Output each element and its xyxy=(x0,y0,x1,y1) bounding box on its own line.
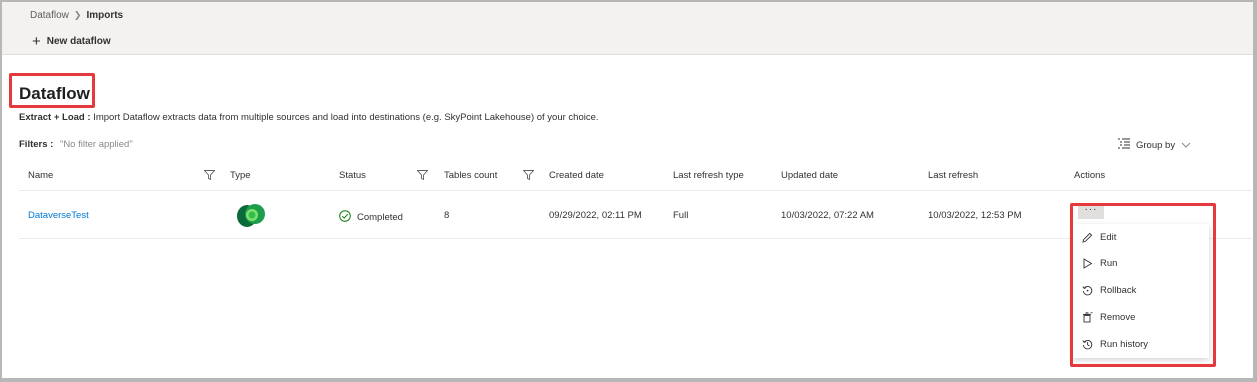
name-filter-funnel-icon[interactable] xyxy=(204,170,215,180)
column-header-actions: Actions xyxy=(1074,170,1105,181)
status-text: Completed xyxy=(357,212,403,223)
breadcrumb: Dataflow ❯ Imports xyxy=(30,10,123,21)
status-filter-funnel-icon[interactable] xyxy=(417,170,428,180)
updated-date-cell: 10/03/2022, 07:22 AM xyxy=(781,210,874,221)
column-header-updated-date-label: Updated date xyxy=(781,170,839,181)
plus-icon: + xyxy=(32,32,41,50)
dataflow-name-link[interactable]: DataverseTest xyxy=(28,210,89,221)
page-description: Extract + Load : Import Dataflow extract… xyxy=(19,112,599,123)
table-header: Name Type Status Tables count Created da… xyxy=(19,160,1252,191)
column-header-updated-date[interactable]: Updated date xyxy=(781,170,838,181)
description-label: Extract + Load : xyxy=(19,112,91,123)
chevron-right-icon: ❯ xyxy=(73,10,82,20)
column-header-name[interactable]: Name xyxy=(28,170,53,181)
tables-count-filter-funnel-icon[interactable] xyxy=(523,170,534,180)
breadcrumb-current: Imports xyxy=(86,10,124,21)
chevron-down-icon xyxy=(1181,140,1191,151)
column-header-last-refresh-label: Last refresh xyxy=(928,170,979,181)
column-header-tables-count[interactable]: Tables count xyxy=(444,170,497,181)
new-dataflow-button[interactable]: + New dataflow xyxy=(32,32,111,50)
table-row[interactable]: DataverseTest Completed 8 09/29/2022, 02… xyxy=(19,192,1252,239)
filters-value: "No filter applied" xyxy=(59,139,133,150)
column-header-type[interactable]: Type xyxy=(230,170,251,181)
filters-label: Filters : xyxy=(19,139,54,150)
column-header-type-label: Type xyxy=(230,170,251,181)
command-bar: Dataflow ❯ Imports + New dataflow xyxy=(2,2,1253,55)
filters-bar: Filters : "No filter applied" xyxy=(19,139,133,150)
column-header-last-refresh-type[interactable]: Last refresh type xyxy=(673,170,744,181)
column-header-created-date[interactable]: Created date xyxy=(549,170,604,181)
group-list-icon xyxy=(1118,138,1130,152)
column-header-status[interactable]: Status xyxy=(339,170,366,181)
new-dataflow-label: New dataflow xyxy=(46,36,111,47)
highlight-box-actions xyxy=(1070,203,1216,367)
column-header-name-label: Name xyxy=(28,170,54,181)
column-header-actions-label: Actions xyxy=(1074,170,1106,181)
group-by-dropdown[interactable]: Group by xyxy=(1118,138,1191,152)
last-refresh-type-cell: Full xyxy=(673,210,689,221)
created-date-cell: 09/29/2022, 02:11 PM xyxy=(549,210,642,221)
column-header-created-date-label: Created date xyxy=(549,170,604,181)
description-text: Import Dataflow extracts data from multi… xyxy=(93,112,599,123)
status-cell: Completed xyxy=(339,210,403,225)
group-by-label: Group by xyxy=(1136,139,1176,151)
breadcrumb-root[interactable]: Dataflow xyxy=(30,10,69,21)
window-frame xyxy=(0,0,1257,382)
column-header-tables-count-label: Tables count xyxy=(444,170,498,181)
column-header-status-label: Status xyxy=(339,170,366,181)
dataverse-icon xyxy=(236,203,266,231)
column-header-last-refresh[interactable]: Last refresh xyxy=(928,170,978,181)
tables-count-cell: 8 xyxy=(444,210,450,221)
last-refresh-cell: 10/03/2022, 12:53 PM xyxy=(928,210,1022,221)
column-header-last-refresh-type-label: Last refresh type xyxy=(673,170,744,181)
highlight-box-title xyxy=(9,73,95,108)
check-circle-icon xyxy=(339,210,351,225)
